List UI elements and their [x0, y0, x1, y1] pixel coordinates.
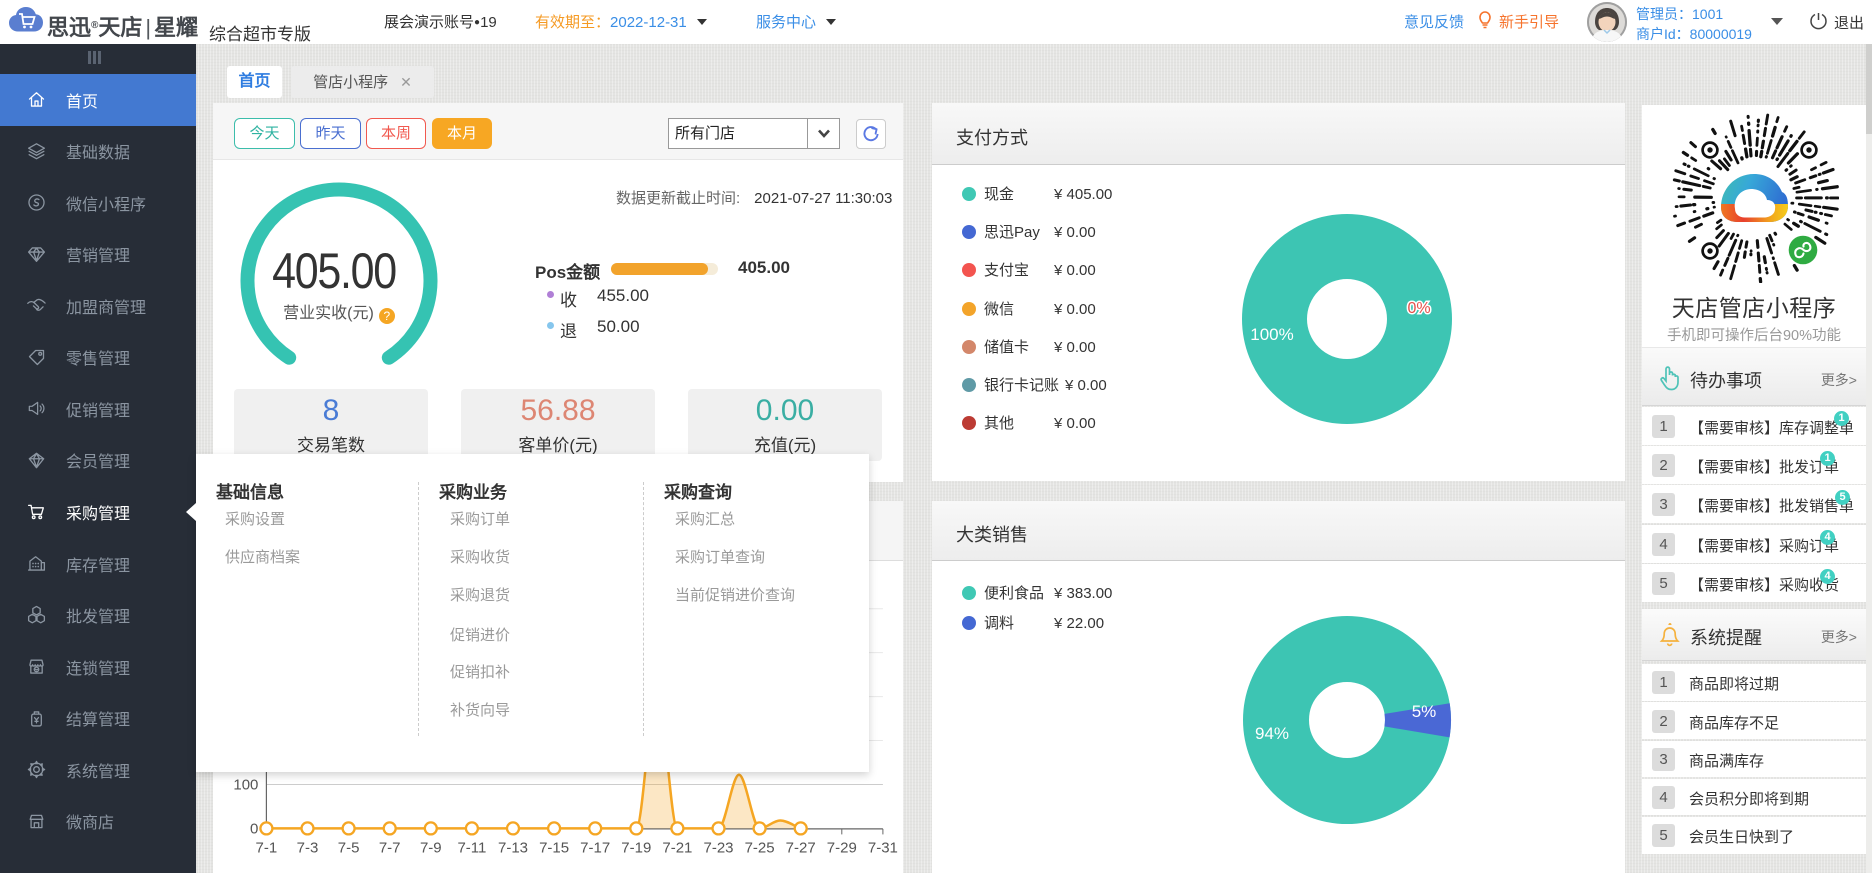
svg-text:7-19: 7-19 — [621, 839, 651, 856]
svg-text:5%: 5% — [1412, 702, 1437, 721]
svg-text:7-27: 7-27 — [786, 839, 816, 856]
svg-text:7-13: 7-13 — [498, 839, 528, 856]
svg-text:7-5: 7-5 — [338, 839, 360, 856]
svg-text:7-17: 7-17 — [580, 839, 610, 856]
svg-text:7-3: 7-3 — [297, 839, 319, 856]
svg-text:7-9: 7-9 — [420, 839, 442, 856]
svg-text:7-25: 7-25 — [745, 839, 775, 856]
svg-text:100%: 100% — [1250, 325, 1293, 344]
svg-text:7-29: 7-29 — [827, 839, 857, 856]
svg-text:100: 100 — [233, 777, 258, 794]
svg-text:7-23: 7-23 — [703, 839, 733, 856]
svg-text:7-7: 7-7 — [379, 839, 401, 856]
svg-text:94%: 94% — [1255, 724, 1289, 743]
svg-text:7-11: 7-11 — [457, 839, 486, 856]
svg-text:7-15: 7-15 — [539, 839, 569, 856]
svg-text:0: 0 — [250, 820, 258, 837]
svg-text:7-31: 7-31 — [868, 839, 898, 856]
svg-text:7-21: 7-21 — [662, 839, 692, 856]
svg-text:7-1: 7-1 — [256, 839, 278, 856]
svg-text:0%: 0% — [1407, 300, 1430, 317]
